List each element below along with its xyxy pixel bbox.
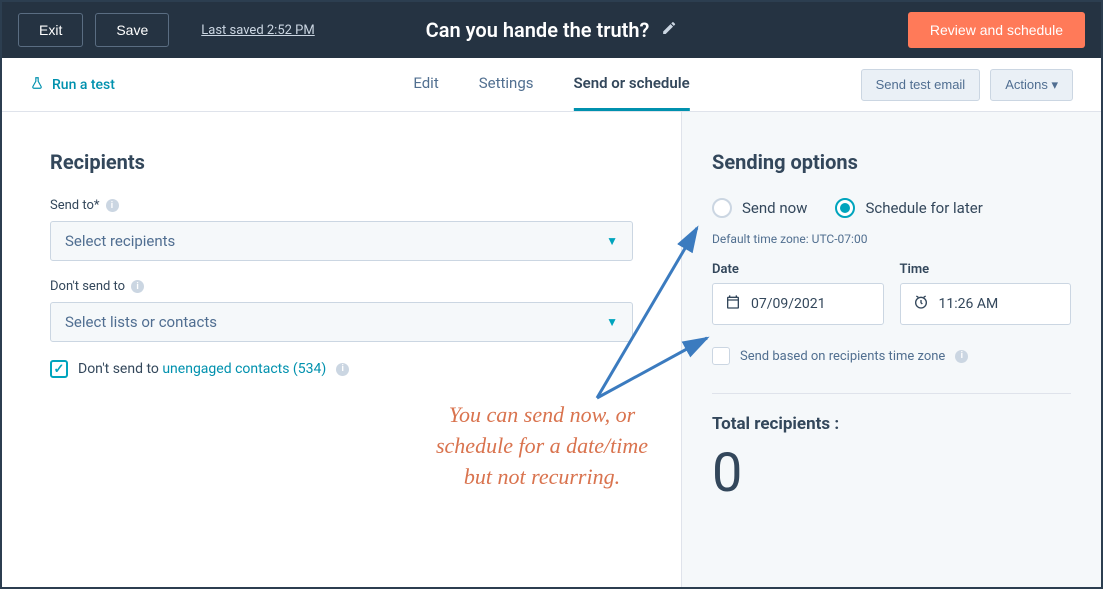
- info-icon[interactable]: i: [336, 363, 349, 376]
- recipient-tz-checkbox[interactable]: [712, 347, 730, 365]
- dont-send-placeholder: Select lists or contacts: [65, 313, 217, 331]
- info-icon[interactable]: i: [131, 280, 144, 293]
- total-recipients-label: Total recipients :: [712, 414, 1071, 434]
- recipient-tz-label: Send based on recipients time zone: [740, 349, 945, 364]
- send-test-email-button[interactable]: Send test email: [861, 69, 981, 101]
- time-column: Time 11:26 AM: [900, 262, 1072, 325]
- schedule-later-label: Schedule for later: [865, 199, 982, 217]
- clock-icon: [913, 294, 929, 314]
- sending-options-panel: Sending options Send now Schedule for la…: [681, 112, 1101, 587]
- tabs: Edit Settings Send or schedule: [413, 58, 689, 111]
- actions-dropdown[interactable]: Actions ▾: [990, 69, 1073, 101]
- right-actions: Send test email Actions ▾: [861, 69, 1073, 101]
- main-content: Recipients Send to* i Select recipients …: [2, 112, 1101, 587]
- total-recipients-value: 0: [712, 442, 1071, 505]
- caret-down-icon: ▼: [606, 315, 618, 329]
- date-value: 07/09/2021: [751, 296, 826, 312]
- unengaged-text: Don't send to unengaged contacts (534): [78, 361, 326, 377]
- exit-button[interactable]: Exit: [18, 13, 83, 47]
- page-title: Can you hande the truth?: [426, 18, 650, 42]
- send-to-placeholder: Select recipients: [65, 232, 175, 250]
- radio-send-now[interactable]: [712, 198, 732, 218]
- calendar-icon: [725, 294, 741, 314]
- send-to-select[interactable]: Select recipients ▼: [50, 221, 633, 261]
- sending-options-heading: Sending options: [712, 150, 1071, 174]
- unengaged-prefix: Don't send to: [78, 361, 162, 377]
- send-now-option[interactable]: Send now: [712, 198, 807, 218]
- unengaged-checkbox-row: Don't send to unengaged contacts (534) i: [50, 360, 633, 378]
- caret-down-icon: ▼: [606, 234, 618, 248]
- schedule-later-option[interactable]: Schedule for later: [835, 198, 982, 218]
- dont-send-label: Don't send to i: [50, 279, 633, 294]
- date-input[interactable]: 07/09/2021: [712, 283, 884, 325]
- tab-send-schedule[interactable]: Send or schedule: [574, 58, 690, 111]
- timezone-note: Default time zone: UTC-07:00: [712, 232, 1071, 246]
- time-label: Time: [900, 262, 1072, 277]
- actions-label: Actions: [1005, 77, 1048, 92]
- run-test-label: Run a test: [52, 77, 115, 93]
- datetime-row: Date 07/09/2021 Time 11:26 AM: [712, 262, 1071, 325]
- run-test-link[interactable]: Run a test: [30, 76, 115, 94]
- radio-schedule-later[interactable]: [835, 198, 855, 218]
- send-to-label-text: Send to*: [50, 198, 100, 213]
- flask-icon: [30, 76, 44, 94]
- divider: [712, 393, 1071, 394]
- info-icon[interactable]: i: [955, 350, 968, 363]
- time-input[interactable]: 11:26 AM: [900, 283, 1072, 325]
- caret-down-icon: ▾: [1051, 77, 1058, 92]
- save-button[interactable]: Save: [95, 13, 169, 47]
- recipient-tz-row: Send based on recipients time zone i: [712, 347, 1071, 365]
- send-to-label: Send to* i: [50, 198, 633, 213]
- pencil-icon[interactable]: [661, 20, 677, 40]
- title-container: Can you hande the truth?: [426, 18, 678, 42]
- send-timing-radios: Send now Schedule for later: [712, 198, 1071, 218]
- info-icon[interactable]: i: [106, 199, 119, 212]
- review-schedule-button[interactable]: Review and schedule: [908, 12, 1085, 48]
- date-column: Date 07/09/2021: [712, 262, 884, 325]
- time-value: 11:26 AM: [939, 296, 999, 312]
- dont-send-label-text: Don't send to: [50, 279, 125, 294]
- send-now-label: Send now: [742, 199, 807, 217]
- last-saved-link[interactable]: Last saved 2:52 PM: [201, 23, 314, 38]
- recipients-heading: Recipients: [50, 150, 633, 174]
- recipients-panel: Recipients Send to* i Select recipients …: [2, 112, 681, 587]
- sub-bar: Run a test Edit Settings Send or schedul…: [2, 58, 1101, 112]
- dont-send-select[interactable]: Select lists or contacts ▼: [50, 302, 633, 342]
- top-bar: Exit Save Last saved 2:52 PM Can you han…: [2, 2, 1101, 58]
- unengaged-link[interactable]: unengaged contacts (534): [162, 361, 326, 377]
- unengaged-checkbox[interactable]: [50, 360, 68, 378]
- tab-settings[interactable]: Settings: [479, 58, 534, 111]
- tab-edit[interactable]: Edit: [413, 58, 438, 111]
- date-label: Date: [712, 262, 884, 277]
